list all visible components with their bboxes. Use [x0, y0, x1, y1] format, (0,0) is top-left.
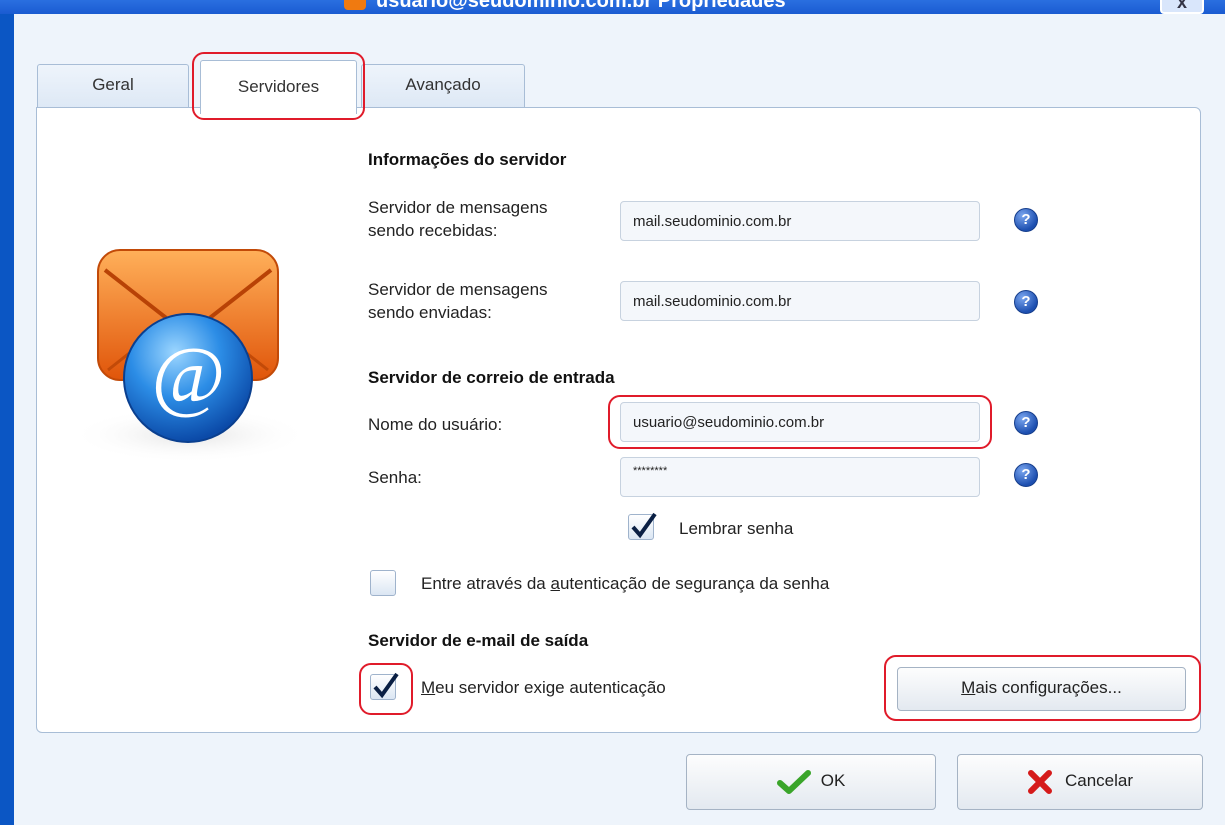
spa-checkbox[interactable]	[370, 570, 396, 596]
ok-check-icon	[776, 769, 811, 794]
ok-label: OK	[820, 771, 846, 790]
window-left-border	[0, 14, 14, 825]
spa-label-accel: a	[550, 574, 560, 593]
spa-label-part1: Entre através da	[421, 574, 551, 593]
tab-servidores[interactable]: Servidores	[200, 60, 357, 114]
spa-label-part2: utenticação de segurança da senha	[559, 574, 830, 593]
help-icon-username[interactable]: ?	[1014, 411, 1038, 435]
incoming-mail-heading: Servidor de correio de entrada	[368, 368, 615, 387]
incoming-server-label: Servidor de mensagens sendo recebidas:	[368, 196, 548, 242]
spa-label: Entre através da autenticação de seguran…	[421, 572, 829, 595]
username-input[interactable]	[620, 402, 980, 442]
requires-auth-checkbox[interactable]	[370, 672, 399, 700]
ok-button[interactable]: OK	[686, 754, 936, 810]
server-info-heading: Informações do servidor	[368, 150, 567, 169]
window-title: usuario@seudominio.com.br Propriedades	[376, 0, 786, 12]
password-label: Senha:	[368, 468, 422, 487]
help-icon-outgoing[interactable]: ?	[1014, 290, 1038, 314]
email-envelope-icon: @	[70, 249, 310, 463]
incoming-server-label-line2: sendo recebidas:	[368, 221, 498, 240]
remember-password-checkbox[interactable]	[628, 512, 657, 540]
mail-app-icon	[344, 0, 366, 10]
cancel-x-icon	[1027, 769, 1052, 794]
requires-auth-accel: M	[421, 678, 436, 697]
help-icon-incoming[interactable]: ?	[1014, 208, 1038, 232]
password-input[interactable]: ********	[620, 457, 980, 497]
close-button[interactable]: x	[1160, 0, 1204, 14]
more-settings-button[interactable]: Mais configurações...	[897, 667, 1186, 711]
title-bar: usuario@seudominio.com.br Propriedades x	[0, 0, 1225, 14]
more-settings-label: ais configurações...	[975, 678, 1122, 697]
checkmark-icon	[373, 672, 399, 699]
username-label: Nome do usuário:	[368, 415, 503, 434]
svg-text:@: @	[151, 332, 225, 420]
outgoing-mail-heading: Servidor de e-mail de saída	[368, 631, 589, 650]
tab-avancado[interactable]: Avançado	[361, 64, 525, 109]
tab-geral[interactable]: Geral	[37, 64, 189, 109]
outgoing-server-input[interactable]	[620, 281, 980, 321]
outgoing-server-label-line1: Servidor de mensagens	[368, 280, 548, 299]
incoming-server-label-line1: Servidor de mensagens	[368, 198, 548, 217]
remember-password-label: Lembrar senha	[679, 519, 794, 538]
requires-auth-label-text: eu servidor exige autenticação	[435, 678, 666, 697]
checkmark-icon	[631, 512, 657, 539]
outgoing-server-label-line2: sendo enviadas:	[368, 303, 492, 322]
requires-auth-label: Meu servidor exige autenticação	[421, 676, 666, 699]
cancel-button[interactable]: Cancelar	[957, 754, 1203, 810]
more-settings-accel: M	[961, 678, 976, 697]
outgoing-server-label: Servidor de mensagens sendo enviadas:	[368, 278, 548, 324]
cancel-label: Cancelar	[1064, 771, 1134, 790]
incoming-server-input[interactable]	[620, 201, 980, 241]
help-icon-password[interactable]: ?	[1014, 463, 1038, 487]
